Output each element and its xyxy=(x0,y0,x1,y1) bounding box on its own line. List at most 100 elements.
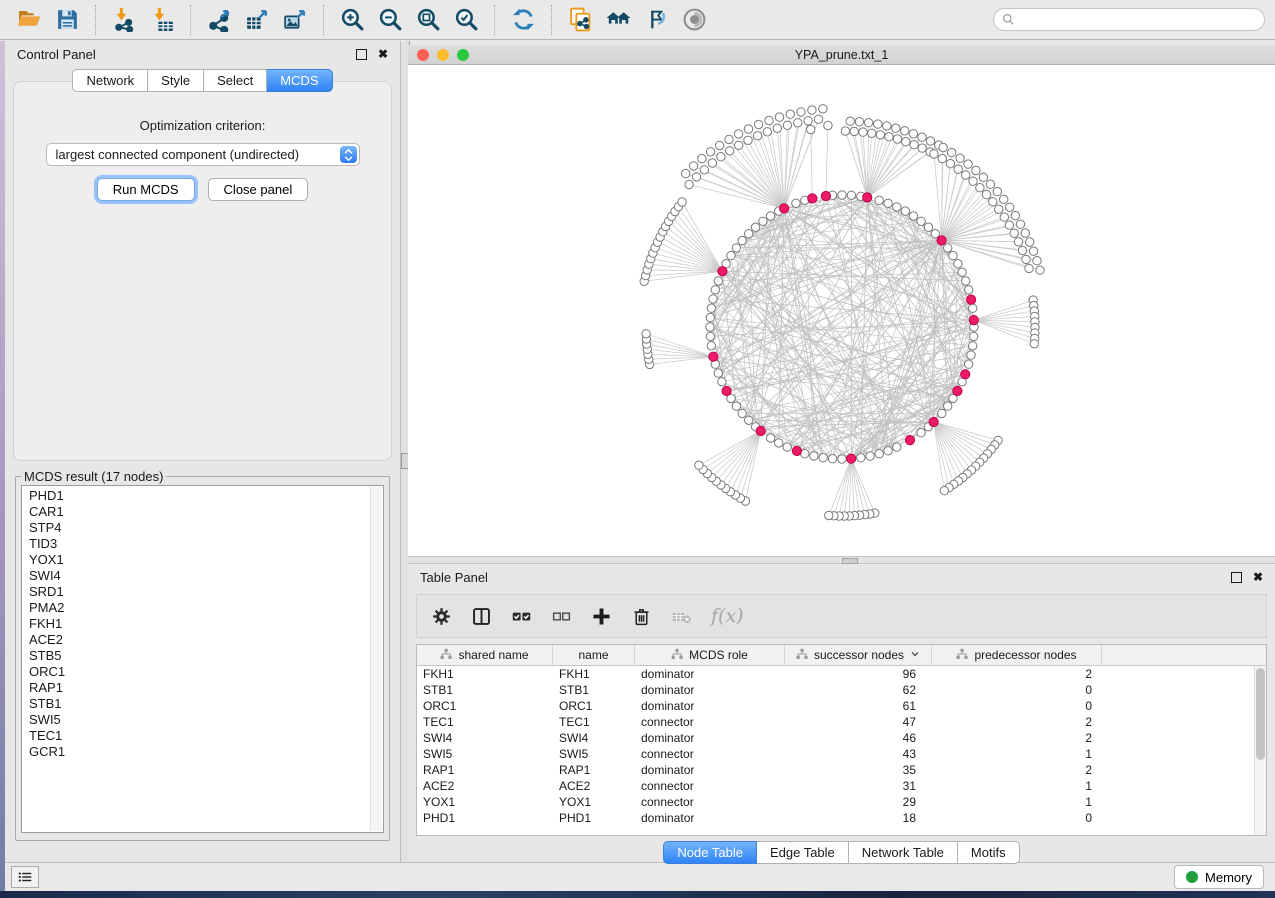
network-node[interactable] xyxy=(969,342,977,350)
network-node[interactable] xyxy=(930,150,938,158)
network-node[interactable] xyxy=(1011,211,1019,219)
network-node[interactable] xyxy=(814,115,822,123)
table-row[interactable]: ORC1ORC1dominator610 xyxy=(417,698,1266,714)
network-node[interactable] xyxy=(962,171,970,179)
column-header-name[interactable]: name xyxy=(553,645,635,665)
network-node[interactable] xyxy=(1016,220,1024,228)
network-node[interactable] xyxy=(926,137,934,145)
network-node[interactable] xyxy=(766,212,774,220)
network-node[interactable] xyxy=(918,144,926,152)
import-table-icon[interactable] xyxy=(146,4,178,36)
tab-edge-table[interactable]: Edge Table xyxy=(757,841,849,864)
network-node[interactable] xyxy=(838,191,846,199)
network-node[interactable] xyxy=(825,511,833,519)
network-node[interactable] xyxy=(714,277,722,285)
columns-icon[interactable] xyxy=(471,606,492,627)
network-node[interactable] xyxy=(754,120,762,128)
network-node[interactable] xyxy=(775,439,783,447)
network-node[interactable] xyxy=(909,212,917,220)
mcds-hub-node[interactable] xyxy=(863,193,872,202)
network-node[interactable] xyxy=(745,230,753,238)
network-node[interactable] xyxy=(714,369,722,377)
list-item[interactable]: PHD1 xyxy=(29,488,367,504)
result-list-scrollbar[interactable] xyxy=(370,487,382,831)
network-node[interactable] xyxy=(902,138,910,146)
network-node[interactable] xyxy=(859,128,867,136)
network-node[interactable] xyxy=(924,223,932,231)
mcds-hub-node[interactable] xyxy=(718,267,727,276)
task-history-button[interactable] xyxy=(11,866,39,888)
mcds-hub-node[interactable] xyxy=(792,446,801,455)
network-node[interactable] xyxy=(709,295,717,303)
column-header-predecessor-nodes[interactable]: predecessor nodes xyxy=(932,645,1102,665)
network-node[interactable] xyxy=(1021,229,1029,237)
network-node[interactable] xyxy=(944,244,952,252)
list-item[interactable]: SRD1 xyxy=(29,584,367,600)
network-node[interactable] xyxy=(698,154,706,162)
table-row[interactable]: SWI5SWI5connector431 xyxy=(417,746,1266,762)
network-node[interactable] xyxy=(807,125,815,133)
network-node[interactable] xyxy=(828,455,836,463)
network-node[interactable] xyxy=(917,217,925,225)
table-scrollbar-thumb[interactable] xyxy=(1256,668,1265,760)
network-node[interactable] xyxy=(982,190,990,198)
network-node[interactable] xyxy=(938,409,946,417)
network-node[interactable] xyxy=(967,351,975,359)
network-node[interactable] xyxy=(944,402,952,410)
mcds-result-list[interactable]: PHD1CAR1STP4TID3YOX1SWI4SRD1PMA2FKH1ACE2… xyxy=(21,485,384,833)
network-node[interactable] xyxy=(689,162,697,170)
network-node[interactable] xyxy=(893,443,901,451)
network-node[interactable] xyxy=(718,378,726,386)
network-node[interactable] xyxy=(766,434,774,442)
network-node[interactable] xyxy=(958,268,966,276)
network-node[interactable] xyxy=(868,129,876,137)
mcds-hub-node[interactable] xyxy=(722,386,731,395)
list-item[interactable]: SWI5 xyxy=(29,712,367,728)
network-node[interactable] xyxy=(1029,247,1037,255)
network-node[interactable] xyxy=(884,447,892,455)
network-node[interactable] xyxy=(707,342,715,350)
refresh-layout-icon[interactable] xyxy=(507,4,539,36)
network-node[interactable] xyxy=(876,131,884,139)
list-item[interactable]: STB5 xyxy=(29,648,367,664)
float-panel-icon[interactable] xyxy=(356,49,367,60)
network-node[interactable] xyxy=(976,184,984,192)
network-node[interactable] xyxy=(893,135,901,143)
network-node[interactable] xyxy=(715,141,723,149)
network-node[interactable] xyxy=(706,323,714,331)
tab-motifs[interactable]: Motifs xyxy=(958,841,1020,864)
add-column-icon[interactable] xyxy=(591,606,612,627)
network-node[interactable] xyxy=(706,148,714,156)
network-node[interactable] xyxy=(874,120,882,128)
network-node[interactable] xyxy=(956,154,964,162)
network-node[interactable] xyxy=(850,127,858,135)
search-box[interactable] xyxy=(993,8,1265,31)
network-node[interactable] xyxy=(940,487,948,495)
network-node[interactable] xyxy=(965,360,973,368)
zoom-in-icon[interactable] xyxy=(336,4,368,36)
network-node[interactable] xyxy=(884,199,892,207)
mcds-hub-node[interactable] xyxy=(953,386,962,395)
network-node[interactable] xyxy=(1000,195,1008,203)
network-node[interactable] xyxy=(883,122,891,130)
network-node[interactable] xyxy=(744,136,752,144)
export-table-icon[interactable] xyxy=(241,4,273,36)
table-row[interactable]: PHD1PHD1dominator180 xyxy=(417,810,1266,826)
network-node[interactable] xyxy=(954,260,962,268)
network-node[interactable] xyxy=(962,277,970,285)
zoom-fit-icon[interactable] xyxy=(412,4,444,36)
table-row[interactable]: RAP1RAP1dominator352 xyxy=(417,762,1266,778)
network-node[interactable] xyxy=(1022,255,1030,263)
network-node[interactable] xyxy=(938,154,946,162)
list-item[interactable]: STB1 xyxy=(29,696,367,712)
network-node[interactable] xyxy=(745,416,753,424)
network-node[interactable] xyxy=(866,452,874,460)
memory-button[interactable]: Memory xyxy=(1174,865,1264,889)
network-node[interactable] xyxy=(808,106,816,114)
network-node[interactable] xyxy=(841,127,849,135)
network-node[interactable] xyxy=(794,119,802,127)
mcds-hub-node[interactable] xyxy=(709,352,718,361)
network-node[interactable] xyxy=(732,244,740,252)
network-node[interactable] xyxy=(1018,246,1026,254)
mcds-hub-node[interactable] xyxy=(905,436,914,445)
